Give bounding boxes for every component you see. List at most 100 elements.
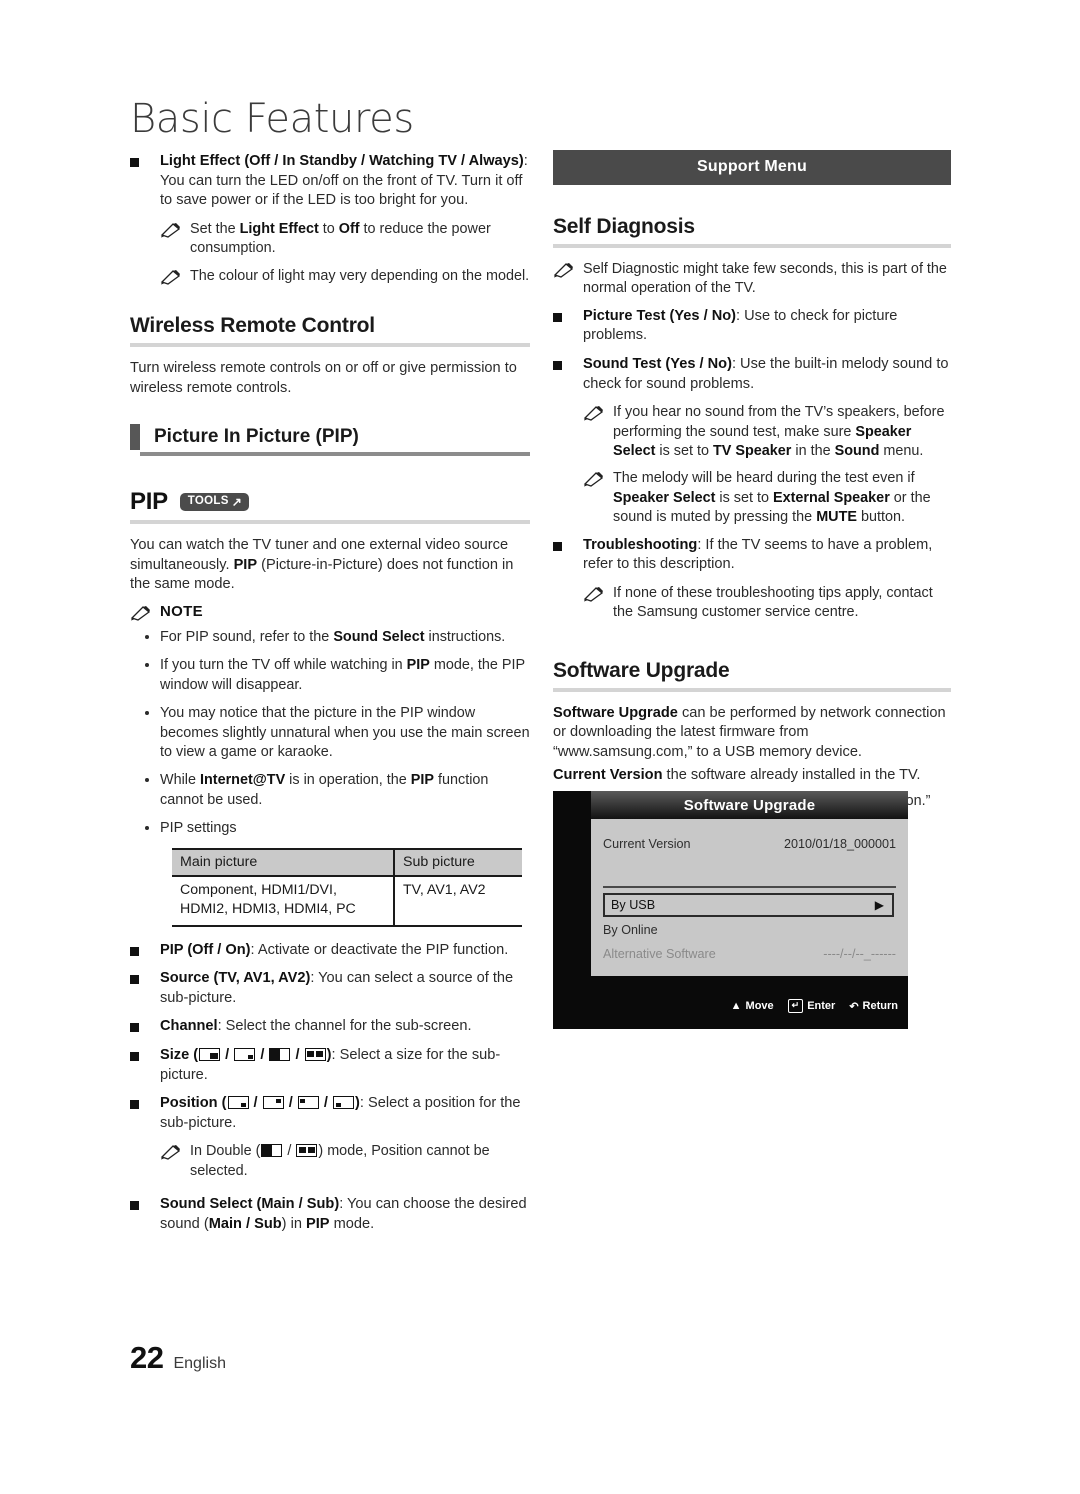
square-bullet-icon [553, 312, 562, 322]
note-text: You may notice that the picture in the P… [160, 705, 530, 760]
dot-bullet-icon [145, 778, 149, 783]
note-label-text: NOTE [160, 602, 203, 620]
pencil-note-icon [130, 605, 152, 621]
support-menu-banner: Support Menu [553, 150, 951, 185]
setting-pip-onoff: PIP (Off / On): Activate or deactivate t… [130, 941, 530, 961]
setting-desc: : Activate or deactivate the PIP functio… [250, 941, 509, 958]
size-double-wide-icon [269, 1048, 291, 1061]
osd-current-version-label: Current Version [603, 837, 691, 851]
table-cell-main: Component, HDMI1/DVI, HDMI2, HDMI3, HDMI… [172, 875, 394, 927]
double-mode-note: In Double ( / ) mode, Position cannot be… [160, 1142, 530, 1181]
note-text: If you turn the TV off while watching in… [160, 657, 525, 693]
note-text: While Internet@TV is in operation, the P… [160, 772, 489, 808]
page-number: 22 [130, 1340, 164, 1375]
size-large-pip-icon [199, 1048, 221, 1061]
software-upgrade-body-2: Current Version the software already ins… [553, 766, 951, 786]
square-bullet-icon [130, 1023, 139, 1033]
manual-page: Basic Features Light Effect (Off / In St… [0, 0, 1080, 1494]
osd-enter-button[interactable]: ↵ Enter [787, 999, 835, 1013]
sound-test-label: Sound Test (Yes / No) [583, 356, 732, 372]
sound-test-note-2: The melody will be heard during the test… [583, 469, 951, 527]
pip-settings-table: Main picture Sub picture Component, HDMI… [172, 847, 522, 927]
tools-badge-label: TOOLS [187, 495, 229, 508]
pip-heading-row: PIP TOOLS ↗ [130, 488, 530, 516]
software-upgrade-body-1: Software Upgrade can be performed by net… [553, 704, 951, 763]
square-bullet-icon [553, 361, 562, 370]
current-version-bold: Current Version [553, 767, 663, 784]
position-top-right-icon [262, 1096, 284, 1110]
setting-sound-select: Sound Select (Main / Sub): You can choos… [130, 1195, 530, 1234]
table-header-row: Main picture Sub picture [172, 847, 522, 877]
osd-current-version-value: 2010/01/18_000001 [783, 837, 896, 851]
table-cell-sub: TV, AV1, AV2 [393, 875, 522, 927]
osd-item-by-usb[interactable]: By USB ▶ [603, 893, 894, 917]
osd-return-button[interactable]: ↶ Return [849, 1000, 898, 1013]
square-bullet-icon [130, 1052, 139, 1061]
square-bullet-icon [130, 1201, 139, 1211]
current-version-rest: the software already installed in the TV… [662, 767, 921, 784]
note-text: For PIP sound, refer to the Sound Select… [160, 628, 506, 645]
light-effect-label: Light Effect (Off / In Standby / Watchin… [160, 153, 524, 169]
pip-note-2: If you turn the TV off while watching in… [142, 656, 530, 695]
size-double-wide-icon [261, 1144, 283, 1158]
subheading-bar-icon [130, 424, 140, 451]
setting-label: Channel [160, 1018, 218, 1035]
setting-label: Sound Select (Main / Sub) [160, 1196, 340, 1213]
page-language: English [173, 1355, 226, 1372]
right-column: Support Menu Self Diagnosis Self Diagnos… [553, 150, 951, 819]
note-text: PIP settings [160, 820, 237, 837]
wireless-remote-body: Turn wireless remote controls on or off … [130, 360, 517, 396]
osd-alt-software-value: ----/--/--_------ [823, 947, 896, 961]
pip-subheading: Picture In Picture (PIP) [130, 424, 530, 451]
note-text-pre: In Double ( [190, 1143, 261, 1160]
setting-channel: Channel: Select the channel for the sub-… [130, 1017, 530, 1037]
pencil-note-icon [583, 586, 605, 602]
note-text: If none of these troubleshooting tips ap… [613, 584, 933, 621]
left-column: Light Effect (Off / In Standby / Watchin… [130, 152, 530, 1243]
pencil-note-icon [583, 405, 605, 421]
osd-body: Current Version 2010/01/18_000001 By USB… [591, 819, 908, 976]
setting-label: Source (TV, AV1, AV2) [160, 970, 311, 987]
osd-footer: ▲ Move ↵ Enter ↶ Return [591, 991, 908, 1021]
osd-item-alternative-software[interactable]: Alternative Software ----/--/--_------ [603, 947, 896, 961]
heading-rule [130, 343, 530, 347]
picture-test-label: Picture Test (Yes / No) [583, 307, 737, 324]
heading-rule [553, 244, 951, 248]
size-double-window-icon [304, 1048, 326, 1061]
osd-return-label: Return [862, 1000, 898, 1012]
setting-desc: : Select the channel for the sub-screen. [217, 1018, 472, 1035]
note-text: Self Diagnostic might take few seconds, … [583, 261, 947, 297]
square-bullet-icon [130, 158, 139, 167]
table-row: Component, HDMI1/DVI, HDMI2, HDMI3, HDMI… [172, 875, 522, 927]
note-text: The colour of light may very depending o… [190, 267, 530, 284]
tools-badge[interactable]: TOOLS ↗ [179, 493, 250, 512]
pip-body-text: You can watch the TV tuner and one exter… [130, 537, 514, 593]
light-effect-note-1: Set the Light Effect to Off to reduce th… [160, 220, 530, 259]
sound-test-bullet: Sound Test (Yes / No): Use the built-in … [553, 355, 951, 394]
setting-size: Size ( / / / ): Select a size for the su… [130, 1046, 530, 1085]
software-upgrade-bold: Software Upgrade [553, 704, 678, 721]
size-small-pip-icon [234, 1048, 256, 1061]
table-header-sub: Sub picture [393, 847, 522, 877]
note-text: The melody will be heard during the test… [613, 470, 931, 526]
software-upgrade-osd: Software Upgrade Current Version 2010/01… [553, 791, 908, 1029]
picture-test-bullet: Picture Test (Yes / No): Use to check fo… [553, 307, 951, 346]
setting-label: Position [160, 1095, 218, 1112]
setting-label: PIP (Off / On) [160, 941, 251, 958]
table-header-main: Main picture [172, 847, 394, 877]
osd-by-usb-label: By USB [611, 898, 656, 912]
square-bullet-icon [130, 1100, 139, 1110]
osd-move-label: Move [745, 1000, 774, 1012]
note-text: If you hear no sound from the TV’s speak… [613, 404, 945, 459]
sound-test-note-1: If you hear no sound from the TV’s speak… [583, 403, 951, 461]
osd-move-button[interactable]: ▲ Move [731, 1000, 774, 1012]
note-label-row: NOTE [130, 602, 530, 621]
pencil-note-icon [160, 1144, 182, 1161]
osd-item-by-online[interactable]: By Online [603, 923, 896, 937]
pip-heading-rule [130, 520, 530, 525]
pip-note-4: While Internet@TV is in operation, the P… [142, 771, 530, 810]
enter-key-icon: ↵ [787, 999, 804, 1013]
note-text: Set the Light Effect to Off to reduce th… [190, 220, 491, 257]
setting-source: Source (TV, AV1, AV2): You can select a … [130, 969, 530, 1008]
position-top-left-icon [297, 1096, 319, 1110]
